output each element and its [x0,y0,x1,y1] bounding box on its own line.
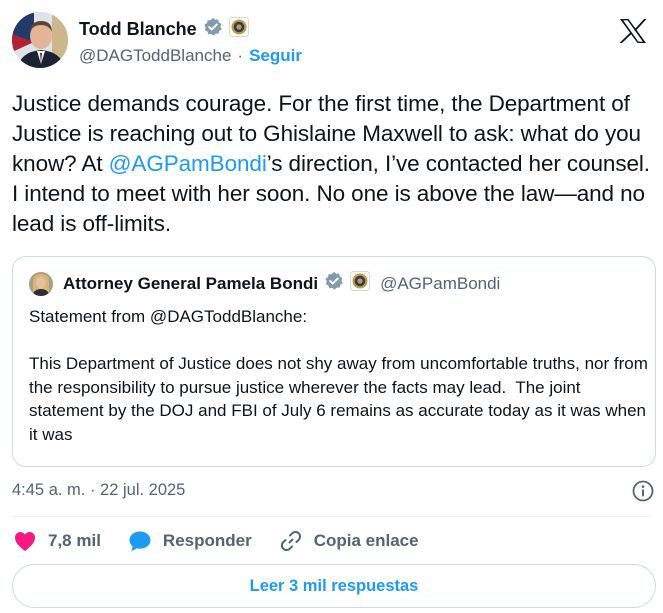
like-button[interactable]: 7,8 mil [12,528,101,554]
author-handle[interactable]: @DAGToddBlanche [79,46,231,66]
copy-link-button[interactable]: Copia enlace [278,528,419,554]
quoted-tweet-card[interactable]: Attorney General Pamela Bondi @AGPamBond… [12,256,656,467]
follow-button[interactable]: Seguir [249,46,302,66]
x-logo-icon[interactable] [619,18,647,44]
copy-link-label: Copia enlace [313,531,419,550]
handle-separator: · [237,46,244,65]
doj-seal-icon [228,16,249,42]
author-avatar[interactable] [12,12,68,68]
like-count: 7,8 mil [48,531,101,550]
quoted-tweet-text: Statement from @DAGToddBlanche: This Dep… [29,307,648,444]
read-replies-button[interactable]: Leer 3 mil respuestas [12,564,656,608]
tweet-timestamp[interactable]: 4:45 a. m. · 22 jul. 2025 [12,481,185,500]
author-name-row: Todd Blanche [79,16,302,42]
tweet-header: Todd Blanche @DAGToddBlanche · Seguir [12,12,651,72]
heart-icon [12,528,38,554]
read-replies-label: Leer 3 mil respuestas [249,576,419,595]
author-handle-row: @DAGToddBlanche · Seguir [79,46,302,66]
reply-icon [127,528,153,554]
divider [12,516,651,517]
info-icon[interactable] [631,479,655,503]
reply-label: Responder [162,531,252,550]
quoted-author-handle: @AGPamBondi [380,273,501,293]
verified-badge-icon [203,17,223,42]
quoted-author-name: Attorney General Pamela Bondi [63,273,319,293]
quoted-tweet-header: Attorney General Pamela Bondi @AGPamBond… [29,271,500,296]
quoted-verified-badge-icon [324,271,344,296]
quoted-doj-seal-icon [350,271,371,296]
author-info: Todd Blanche @DAGToddBlanche · Seguir [79,16,302,66]
tweet-actions: 7,8 mil Responder Copia enlace [12,525,445,557]
quoted-author-avatar [29,271,53,296]
tweet-text: Justice demands courage. For the first t… [12,89,660,239]
reply-button[interactable]: Responder [127,528,252,554]
author-name[interactable]: Todd Blanche [79,19,197,40]
tweet-mention-link[interactable]: @AGPamBondi [109,151,267,176]
link-icon [278,528,304,554]
